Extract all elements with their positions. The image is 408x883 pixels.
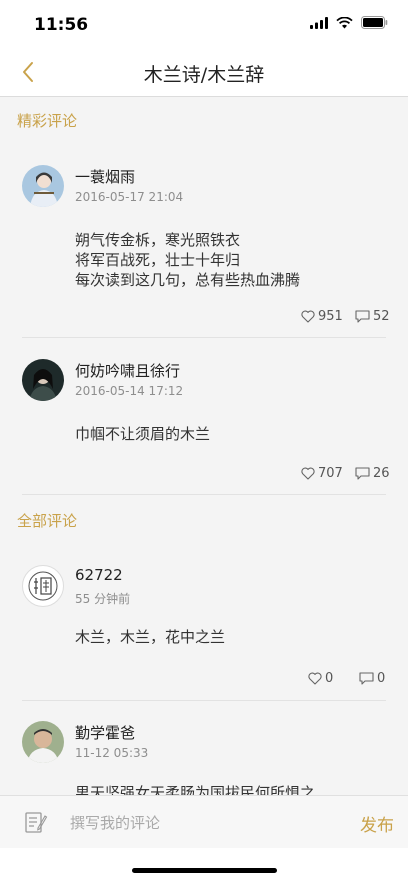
navigation-bar: 木兰诗/木兰辞 [0,48,408,97]
like-button[interactable]: 0 [308,671,333,686]
comments-list[interactable]: 精彩评论 一蓑烟雨 2016-05-17 21:04 朔气传金柝，寒光照铁衣 将… [0,97,408,795]
reply-button[interactable]: 0 [359,671,385,686]
divider [22,700,386,701]
like-count: 707 [318,466,343,481]
home-indicator-area [0,848,408,883]
signal-icon [310,16,328,29]
avatar[interactable] [22,565,64,607]
avatar-image-icon [22,359,64,401]
comment-input[interactable]: 撰写我的评论 [70,812,160,833]
compose-bar: 撰写我的评论 发布 [0,795,408,848]
home-indicator[interactable] [132,868,277,873]
reply-count: 52 [373,309,390,324]
username[interactable]: 勤学霍爸 [75,722,135,743]
like-count: 0 [325,671,334,686]
page-title: 木兰诗/木兰辞 [143,64,265,86]
username[interactable]: 一蓑烟雨 [75,166,135,187]
comment-date: 2016-05-17 21:04 [75,190,184,204]
comment-text: 男天坚强女天柔肠为国拔民何所惧之 [75,784,316,795]
username[interactable]: 何妨吟啸且徐行 [75,360,180,381]
publish-button[interactable]: 发布 [360,811,394,836]
like-button[interactable]: 707 [301,466,343,481]
comment-date: 55 分钟前 [75,592,131,606]
comment-bubble-icon [359,672,374,685]
reply-button[interactable]: 52 [355,309,390,324]
heart-icon [308,672,322,685]
avatar-image-icon [22,165,64,207]
comment-text: 巾帼不让须眉的木兰 [75,425,211,443]
wifi-icon [336,16,353,28]
comment-bubble-icon [355,467,370,480]
like-count: 951 [318,309,343,324]
comment-bubble-icon [355,310,370,323]
comment-date: 11-12 05:33 [75,746,149,760]
status-bar: 11:56 [0,0,408,48]
compose-icon[interactable] [24,810,48,834]
avatar[interactable] [22,721,64,763]
like-button[interactable]: 951 [301,309,343,324]
heart-icon [301,467,315,480]
section-title-all: 全部评论 [17,512,78,530]
avatar[interactable] [22,165,64,207]
reply-count: 26 [373,466,390,481]
avatar[interactable] [22,359,64,401]
username[interactable]: 62722 [75,566,123,584]
reply-count: 0 [377,671,386,686]
comment-text: 朔气传金柝，寒光照铁衣 将军百战死，壮士十年归 每次读到这几句，总有些热血沸腾 [75,231,301,289]
reply-button[interactable]: 26 [355,466,390,481]
divider [22,494,386,495]
poem-logo-icon [28,571,58,601]
comment-date: 2016-05-14 17:12 [75,384,184,398]
status-icons [310,16,388,29]
heart-icon [301,310,315,323]
comment-text: 木兰，木兰，花中之兰 [75,628,226,646]
divider [22,337,386,338]
section-title-featured: 精彩评论 [17,112,78,130]
battery-icon [361,16,388,29]
status-time: 11:56 [34,15,89,35]
avatar-image-icon [22,721,64,763]
